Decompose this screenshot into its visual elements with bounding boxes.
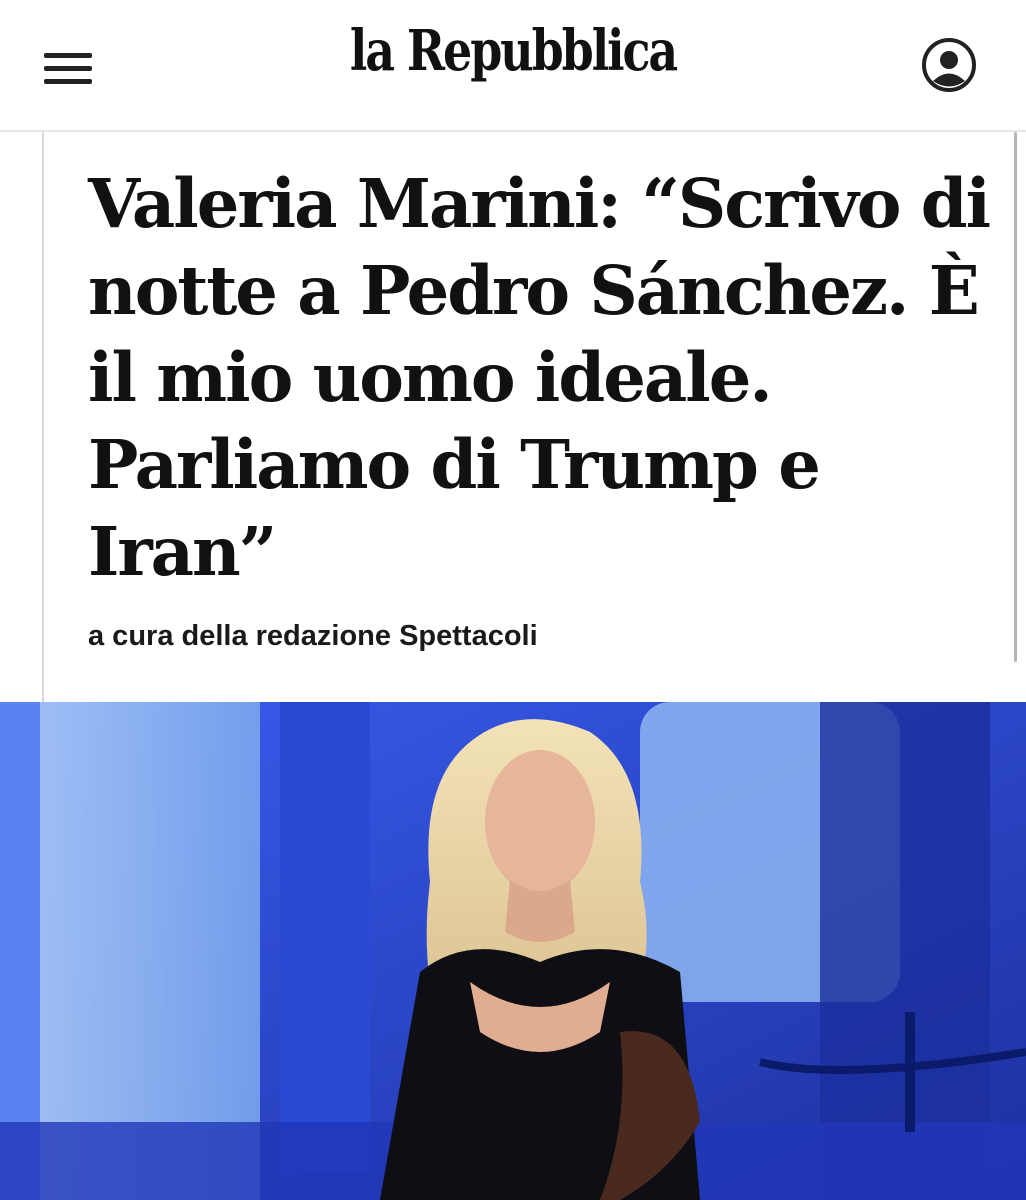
article-left-rule <box>42 132 44 702</box>
headline-line: Parliamo di Trump e <box>88 425 821 504</box>
menu-line <box>44 53 92 58</box>
headline-line: Valeria Marini: “Scrivo di <box>88 164 991 243</box>
user-account-icon[interactable] <box>920 36 978 94</box>
headline-line: Iran” <box>88 512 277 591</box>
hamburger-menu-icon[interactable] <box>44 46 94 86</box>
article-byline: a cura della redazione Spettacoli <box>88 620 538 652</box>
menu-line <box>44 66 92 71</box>
headline-line: notte a Pedro Sánchez. È <box>88 251 980 330</box>
headline-line: il mio uomo ideale. <box>88 338 773 417</box>
page-scrollbar[interactable] <box>1014 132 1017 662</box>
article-headline: Valeria Marini: “Scrivo di notte a Pedro… <box>88 160 998 595</box>
site-logo[interactable]: la Repubblica <box>92 18 933 84</box>
article-photo[interactable] <box>0 702 1026 1200</box>
top-header: la Repubblica <box>0 0 1026 132</box>
menu-line <box>44 79 92 84</box>
